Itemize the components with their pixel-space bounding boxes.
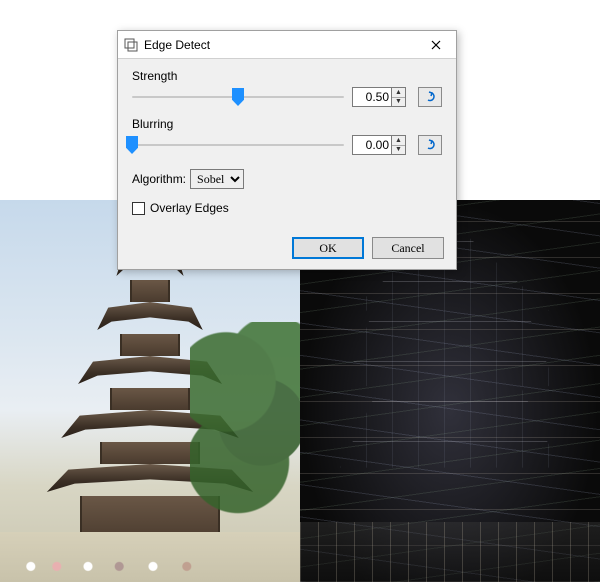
edge-detect-dialog: Edge Detect Strength ▲ ▼ (117, 30, 457, 270)
undo-icon (423, 91, 437, 103)
spin-up-icon[interactable]: ▲ (392, 136, 405, 146)
spin-up-icon[interactable]: ▲ (392, 88, 405, 98)
ok-button[interactable]: OK (292, 237, 364, 259)
undo-icon (423, 139, 437, 151)
ground-illustration (0, 532, 300, 582)
blurring-spinner[interactable]: ▲ ▼ (392, 135, 406, 155)
blurring-reset-button[interactable] (418, 135, 442, 155)
algorithm-select[interactable]: Sobel (190, 169, 244, 189)
dialog-title: Edge Detect (144, 38, 416, 52)
blurring-label: Blurring (132, 117, 442, 131)
tree-illustration (190, 322, 300, 522)
spin-down-icon[interactable]: ▼ (392, 146, 405, 155)
strength-label: Strength (132, 69, 442, 83)
strength-slider[interactable] (132, 88, 344, 106)
overlay-edges-checkbox[interactable] (132, 202, 145, 215)
blurring-slider-thumb[interactable] (126, 136, 138, 154)
blurring-slider[interactable] (132, 136, 344, 154)
algorithm-label: Algorithm: (132, 172, 186, 186)
app-icon (124, 38, 138, 52)
titlebar[interactable]: Edge Detect (118, 31, 456, 59)
strength-reset-button[interactable] (418, 87, 442, 107)
cancel-button[interactable]: Cancel (372, 237, 444, 259)
strength-slider-thumb[interactable] (232, 88, 244, 106)
overlay-edges-label: Overlay Edges (150, 201, 229, 215)
strength-input[interactable] (352, 87, 392, 107)
spin-down-icon[interactable]: ▼ (392, 98, 405, 107)
strength-spinner[interactable]: ▲ ▼ (392, 87, 406, 107)
blurring-input[interactable] (352, 135, 392, 155)
close-icon (431, 40, 441, 50)
workspace: Edge Detect Strength ▲ ▼ (0, 0, 600, 582)
close-button[interactable] (416, 31, 456, 58)
